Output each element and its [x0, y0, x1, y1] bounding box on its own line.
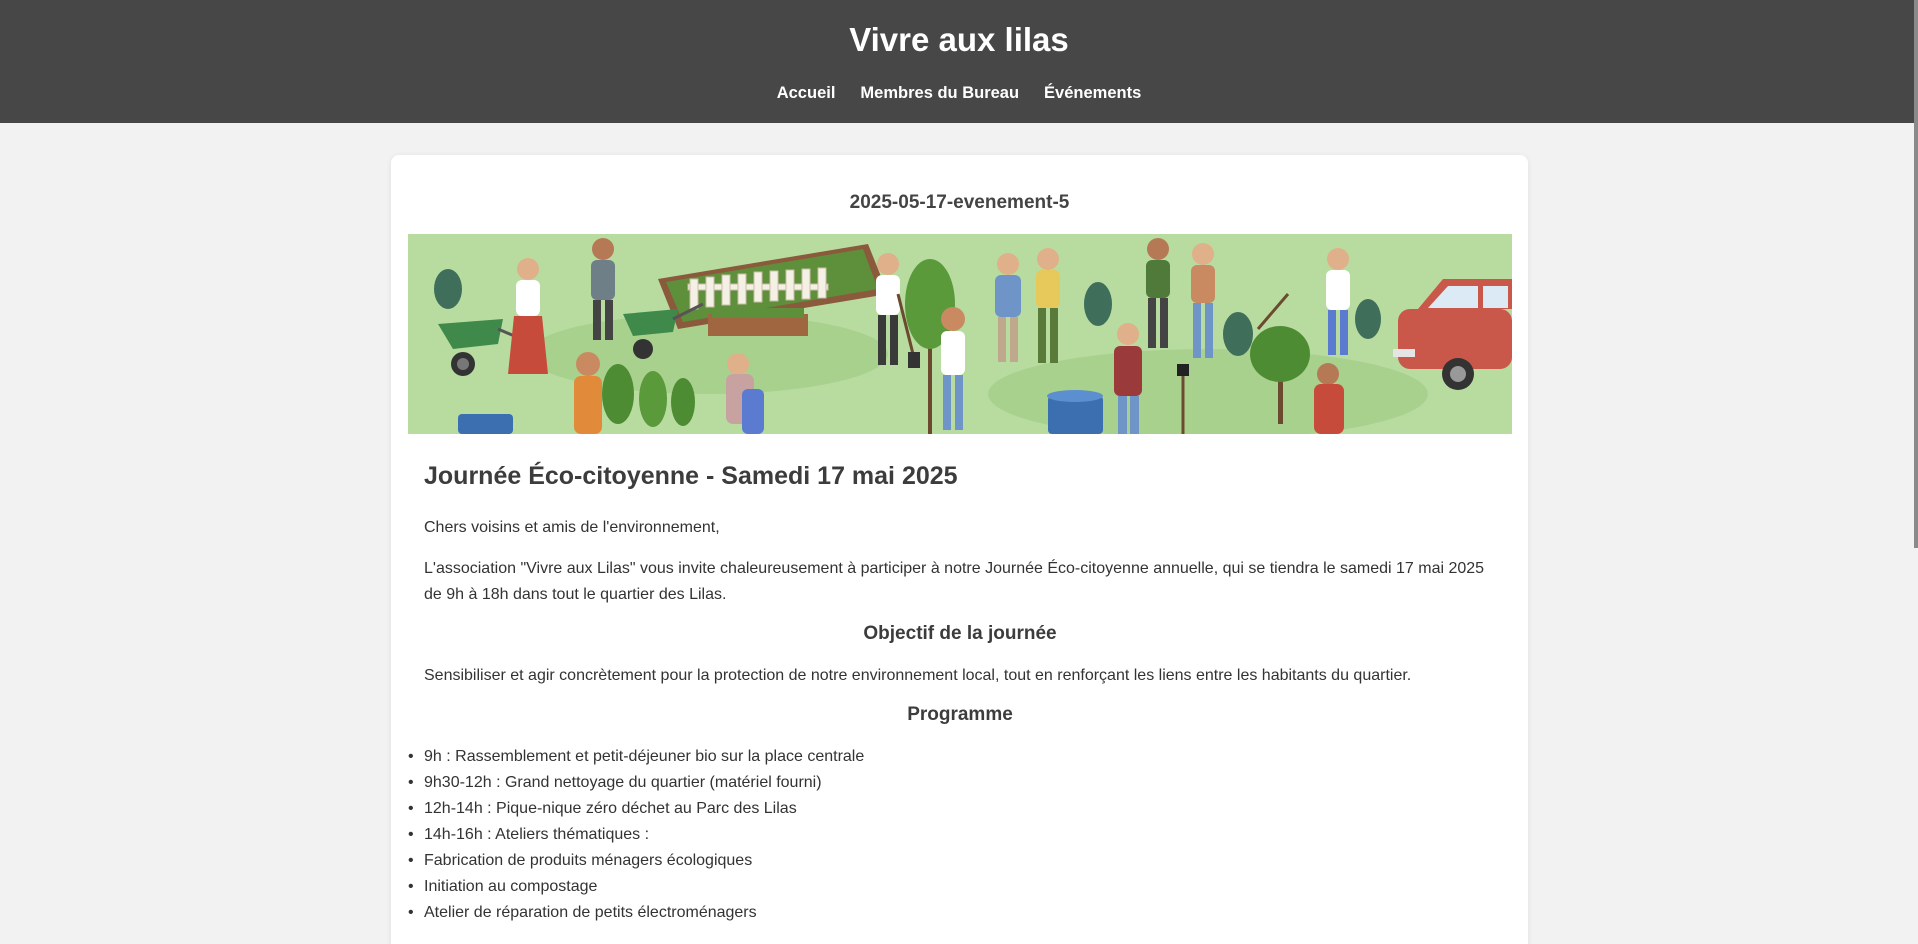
event-card: 2025-05-17-evenement-5 Journée Éco-citoy…	[391, 155, 1528, 944]
program-heading: Programme	[907, 704, 1013, 725]
program-item: Atelier de réparation de petits électrom…	[408, 900, 1496, 926]
objective-text: Sensibiliser et agir concrètement pour l…	[424, 667, 1412, 684]
event-content: Journée Éco-citoyenne - Samedi 17 mai 20…	[408, 462, 1496, 926]
event-greeting: Chers voisins et amis de l'environnement…	[424, 519, 720, 536]
objective-heading: Objectif de la journée	[863, 623, 1057, 644]
nav-link-membres-du-bureau[interactable]: Membres du Bureau	[860, 84, 1019, 103]
program-item: 9h : Rassemblement et petit-déjeuner bio…	[408, 744, 1496, 770]
program-item: 9h30-12h : Grand nettoyage du quartier (…	[408, 770, 1496, 796]
site-header: Vivre aux lilas Accueil Membres du Burea…	[0, 0, 1918, 123]
program-item: Initiation au compostage	[408, 874, 1496, 900]
program-item: Fabrication de produits ménagers écologi…	[408, 848, 1496, 874]
event-title: Journée Éco-citoyenne - Samedi 17 mai 20…	[424, 462, 958, 490]
event-banner-image	[408, 234, 1512, 434]
main-nav: Accueil Membres du Bureau Événements	[0, 84, 1918, 103]
scrollbar-thumb[interactable]	[1914, 0, 1918, 548]
program-item: 12h-14h : Pique-nique zéro déchet au Par…	[408, 796, 1496, 822]
program-item: 14h-16h : Ateliers thématiques :	[408, 822, 1496, 848]
site-title[interactable]: Vivre aux lilas	[0, 21, 1918, 59]
nav-link-evenements[interactable]: Événements	[1044, 84, 1141, 103]
event-id-heading: 2025-05-17-evenement-5	[849, 192, 1070, 213]
program-list: 9h : Rassemblement et petit-déjeuner bio…	[408, 744, 1496, 926]
nav-link-accueil[interactable]: Accueil	[777, 84, 836, 103]
event-intro: L'association "Vivre aux Lilas" vous inv…	[424, 560, 1485, 603]
